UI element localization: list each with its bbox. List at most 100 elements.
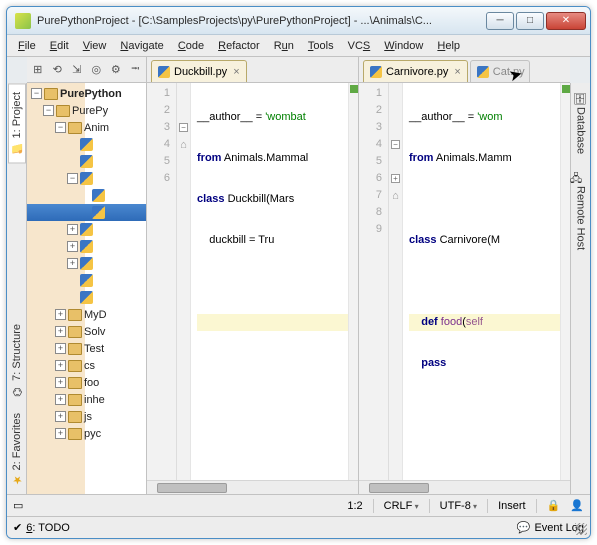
python-file-icon [477,66,489,78]
folder-icon [68,122,82,134]
menu-help[interactable]: Help [430,38,467,54]
error-stripe[interactable] [348,83,358,480]
python-file-icon [80,257,93,270]
menu-run[interactable]: Run [267,38,301,54]
python-file-icon [370,66,382,78]
menu-bar: File Edit View Navigate Code Refactor Ru… [7,35,590,57]
tree-row: + pyc [27,425,146,442]
close-tab-icon[interactable]: × [231,66,241,78]
tree-row: + Solv [27,323,146,340]
encoding[interactable]: UTF-8 [440,500,477,512]
insert-mode[interactable]: Insert [498,500,526,512]
collapse-icon[interactable]: + [67,224,78,235]
target-icon[interactable]: ◎ [90,63,104,77]
collapse-icon[interactable]: + [67,258,78,269]
code-editor[interactable]: 123456 −⌂ __author__ = 'wombat from Anim… [147,83,358,480]
folder-icon [56,105,70,117]
inspection-ok-icon [350,85,358,93]
tab-carnivore[interactable]: Carnivore.py× [363,60,468,82]
close-button[interactable]: ✕ [546,12,586,30]
expand-icon[interactable]: − [55,122,66,133]
close-tab-icon[interactable]: × [452,66,462,78]
fold-gutter: −+⌂ [389,83,403,480]
tab-event-log[interactable]: 💬Event Log [517,521,584,534]
side-tab-structure[interactable]: ⌬7: Structure [9,316,25,405]
titlebar[interactable]: PurePythonProject - [C:\SamplesProjects\… [7,7,590,35]
settings-icon[interactable]: ⚙ [109,63,123,77]
expand-icon[interactable]: − [43,105,54,116]
side-tab-project[interactable]: 📁1: Project [8,83,26,163]
menu-tools[interactable]: Tools [301,38,341,54]
side-tab-remote-host[interactable]: 🖧Remote Host [573,162,589,258]
fold-gutter: −⌂ [177,83,191,480]
database-icon: 🗄 [575,91,587,103]
fold-icon[interactable]: + [391,174,400,183]
folder-icon [44,88,58,100]
horizontal-scrollbar[interactable] [147,480,358,494]
expand-icon[interactable]: − [31,88,42,99]
caret-position[interactable]: 1:2 [347,500,362,512]
star-icon: ★ [11,474,23,486]
tree-row: + MyD [27,306,146,323]
current-line [197,314,348,331]
resize-grip[interactable] [575,523,587,535]
menu-file[interactable]: File [11,38,43,54]
tree-row-selected[interactable] [27,204,146,221]
status-message-icon[interactable]: ▭ [13,499,23,512]
python-file-icon [92,189,105,202]
current-line: def food(self [409,314,560,331]
structure-icon: ⌬ [11,385,23,397]
inspection-ok-icon [562,85,570,93]
lock-icon[interactable]: 🔒 [547,499,561,512]
error-stripe[interactable] [560,83,570,480]
tab-cat[interactable]: Cat.py [470,60,530,82]
hide-icon[interactable]: ⭲ [129,63,143,77]
tab-duckbill[interactable]: Duckbill.py× [151,60,247,82]
collapse-icon[interactable]: + [67,241,78,252]
horizontal-scrollbar[interactable] [359,480,570,494]
menu-code[interactable]: Code [171,38,211,54]
python-file-icon [80,223,93,236]
menu-vcs[interactable]: VCS [341,38,378,54]
fold-icon[interactable]: − [179,123,188,132]
line-separator[interactable]: CRLF [384,500,419,512]
tree-row: + inhe [27,391,146,408]
flatten-icon[interactable]: ⊞ [31,63,45,77]
python-file-icon [80,155,93,168]
eventlog-icon: 💬 [517,521,531,534]
line-numbers: 123456 [147,83,177,480]
menu-window[interactable]: Window [377,38,430,54]
side-tab-favorites[interactable]: ★2: Favorites [9,405,25,494]
menu-view[interactable]: View [76,38,114,54]
project-tool-window: ⊞ ⟲ ⇲ ◎ ⚙ ⭲ − PurePython − PurePy − Anim… [27,57,147,494]
left-sidebar-tabs: 📁1: Project ⌬7: Structure ★2: Favorites [7,83,27,494]
menu-edit[interactable]: Edit [43,38,76,54]
editor-tab-bar: Carnivore.py× Cat.py [359,57,570,83]
sync-icon[interactable]: ⟲ [51,63,65,77]
maximize-button[interactable]: □ [516,12,544,30]
hector-icon[interactable]: 👤 [570,499,584,512]
tree-row: + Test [27,340,146,357]
tree-row: + cs [27,357,146,374]
fold-icon[interactable]: − [391,140,400,149]
expand-icon[interactable]: − [67,173,78,184]
python-file-icon [80,172,93,185]
project-icon: 📁 [11,142,23,154]
tab-todo[interactable]: ✔6: TODO [13,521,70,534]
python-file-icon [80,291,93,304]
code-editor[interactable]: 123456789 −+⌂ __author__ = 'wom from Ani… [359,83,570,480]
collapse-icon[interactable]: ⇲ [70,63,84,77]
editor-right: Carnivore.py× Cat.py 123456789 −+⌂ __aut… [359,57,570,494]
menu-refactor[interactable]: Refactor [211,38,267,54]
editor-left: Duckbill.py× 123456 −⌂ __author__ = 'wom… [147,57,359,494]
todo-icon: ✔ [13,521,22,534]
app-icon [15,13,31,29]
project-tree[interactable]: − PurePython − PurePy − Anim − + + + + M… [27,83,146,494]
python-file-icon [80,274,93,287]
menu-navigate[interactable]: Navigate [113,38,170,54]
bottom-tool-bar: ✔6: TODO 💬Event Log [7,516,590,538]
side-tab-database[interactable]: 🗄Database [573,83,589,162]
python-file-icon [80,240,93,253]
minimize-button[interactable]: ─ [486,12,514,30]
python-file-icon [92,206,105,219]
